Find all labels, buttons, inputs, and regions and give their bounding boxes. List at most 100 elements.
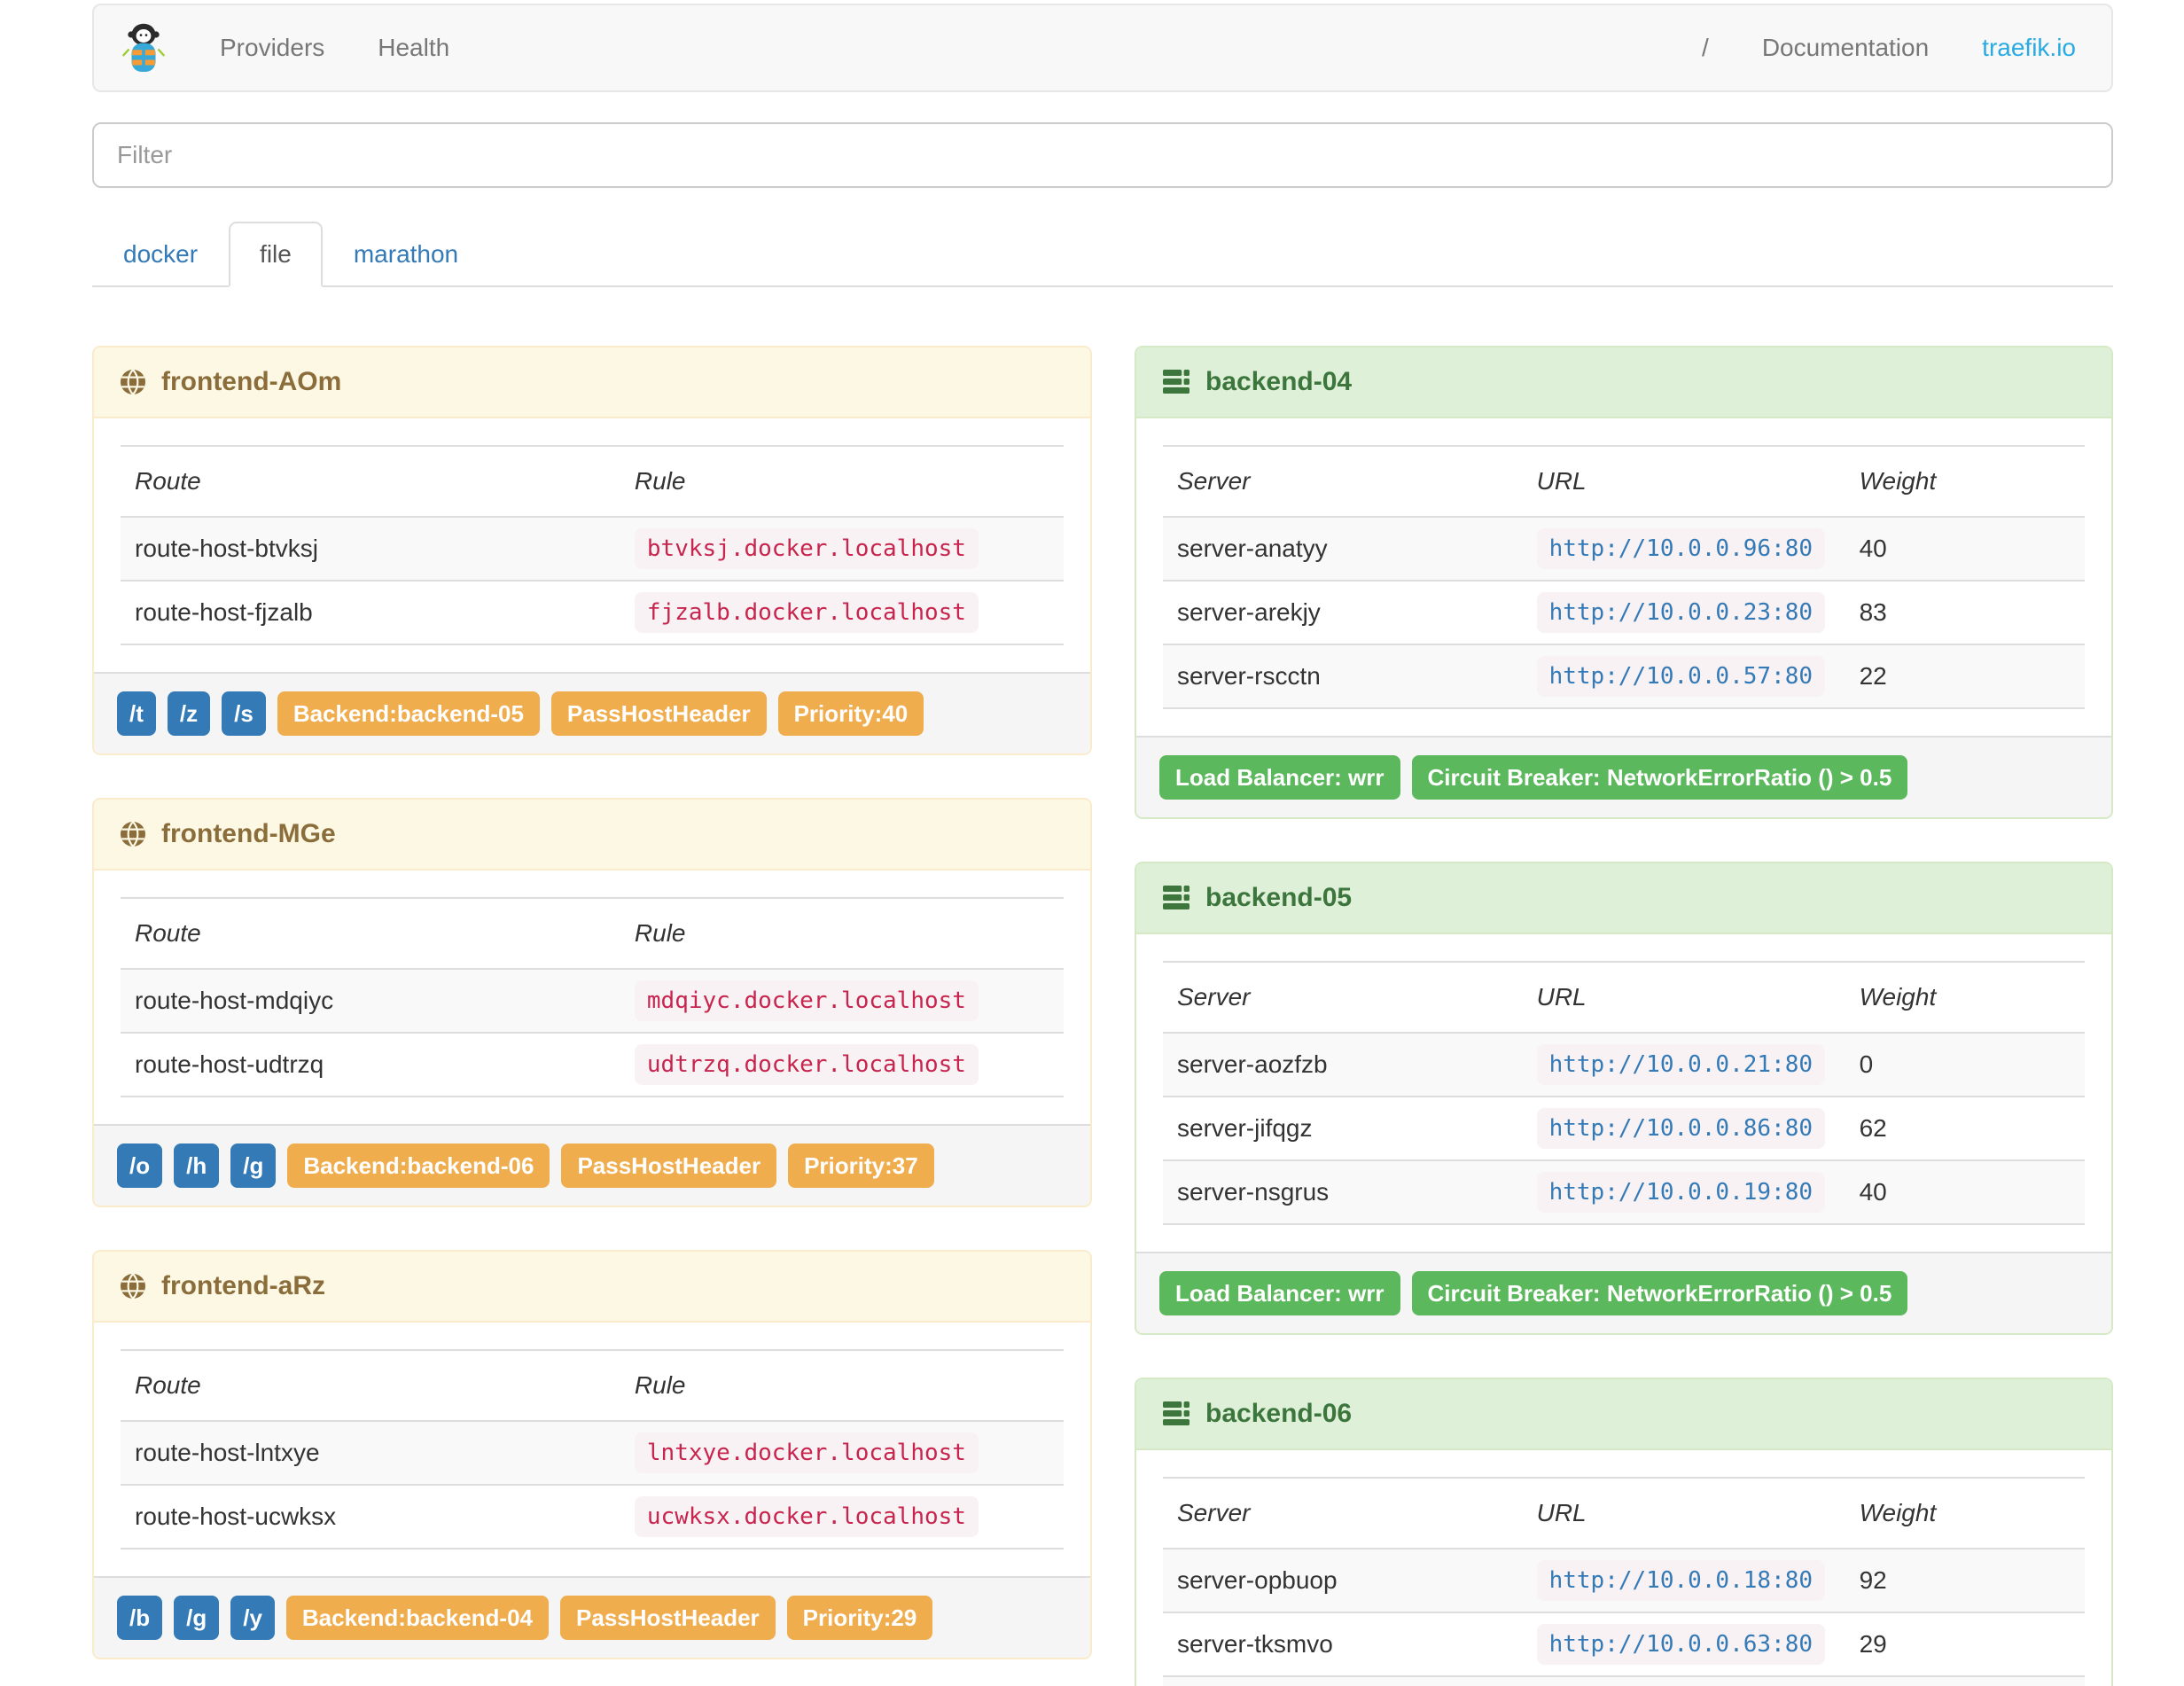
server-url-cell: http://10.0.0.63:80 — [1522, 1612, 1845, 1676]
server-weight: 40 — [1845, 516, 2085, 581]
backend-panel-title: backend-06 — [1136, 1379, 2111, 1450]
frontend-panel: frontend-AOm Route Rule route-host-btvksj bt… — [92, 346, 1092, 755]
col-weight: Weight — [1845, 961, 2085, 1033]
rule-code: fjzalb.docker.localhost — [634, 592, 979, 633]
route-row: route-host-udtrzq udtrzq.docker.localhost — [121, 1032, 1064, 1097]
entrypoint-badge: /b — [117, 1596, 163, 1640]
server-row: server-updomohttp://10.0.0.83:8057 — [1163, 1675, 2085, 1686]
panel-footer: /t/z/s Backend:backend-05 PassHostHeader Pr… — [94, 672, 1090, 753]
frontend-detail-badge: Backend:backend-06 — [287, 1144, 550, 1188]
server-weight: 62 — [1845, 1096, 2085, 1160]
entrypoint-badge: /z — [167, 691, 211, 736]
backend-name: backend-04 — [1205, 367, 1353, 396]
route-row: route-host-btvksj btvksj.docker.localhost — [121, 516, 1064, 581]
server-url-cell: http://10.0.0.19:80 — [1522, 1159, 1845, 1225]
entrypoint-badge: /h — [174, 1144, 220, 1188]
server-name: server-updomo — [1163, 1675, 1523, 1686]
entrypoint-badge: /y — [230, 1596, 275, 1640]
frontend-detail-badge: Priority:37 — [788, 1144, 934, 1188]
tab-docker[interactable]: docker — [92, 222, 229, 287]
route-name: route-host-fjzalb — [121, 580, 620, 645]
table-header-row: Server URL Weight — [1163, 961, 2085, 1033]
col-rule: Rule — [620, 1349, 1064, 1421]
server-url-code[interactable]: http://10.0.0.21:80 — [1536, 1044, 1826, 1085]
server-url-code[interactable]: http://10.0.0.23:80 — [1536, 592, 1826, 633]
frontends-column: frontend-AOm Route Rule route-host-btvksj bt… — [92, 346, 1092, 1686]
route-name: route-host-mdqiyc — [121, 968, 620, 1033]
panel-body: Server URL Weight server-opbuop http://10.0.… — [1136, 1450, 2111, 1686]
backend-panel-title: backend-04 — [1136, 347, 2111, 418]
traefik-logo[interactable] — [94, 21, 193, 74]
nav-providers[interactable]: Providers — [193, 5, 351, 90]
route-name: route-host-btvksj — [121, 516, 620, 581]
route-rule-cell: mdqiyc.docker.localhost — [620, 968, 1064, 1033]
route-row: route-host-lntxye lntxye.docker.localhost — [121, 1420, 1064, 1485]
backend-panel: backend-04 Server URL Weight server-anatyy ht… — [1135, 346, 2113, 819]
route-rule-cell: fjzalb.docker.localhost — [620, 580, 1064, 645]
traefik-mascot-icon — [121, 23, 166, 72]
server-url-code[interactable]: http://10.0.0.18:80 — [1536, 1560, 1826, 1601]
nav-traefik-io[interactable]: traefik.io — [1955, 5, 2102, 90]
tab-file[interactable]: file — [229, 222, 323, 287]
rule-code: lntxye.docker.localhost — [634, 1432, 979, 1473]
backend-panel: backend-06 Server URL Weight server-opbuop ht… — [1135, 1378, 2113, 1686]
server-row: server-jifqgz http://10.0.0.86:80 62 — [1163, 1096, 2085, 1160]
routes-table: Route Rule route-host-mdqiyc mdqiyc.docker.… — [121, 897, 1064, 1097]
navbar-right: / Documentation traefik.io — [1675, 5, 2111, 90]
route-rule-cell: btvksj.docker.localhost — [620, 516, 1064, 581]
servers-table: Server URL Weight server-aozfzb http://10.0.… — [1163, 961, 2085, 1225]
servers-table: Server URL Weight server-opbuop http://10.0.… — [1163, 1477, 2085, 1686]
server-url-code[interactable]: http://10.0.0.86:80 — [1536, 1108, 1826, 1149]
servers-table: Server URL Weight server-anatyy http://10.0.… — [1163, 445, 2085, 709]
route-name: route-host-lntxye — [121, 1420, 620, 1485]
entrypoint-badge: /t — [117, 691, 156, 736]
server-url-cell: http://10.0.0.21:80 — [1522, 1032, 1845, 1097]
server-url-cell: http://10.0.0.83:80 — [1522, 1675, 1845, 1686]
entrypoint-badge: /s — [222, 691, 266, 736]
panel-body: Route Rule route-host-mdqiyc mdqiyc.docker.… — [94, 870, 1090, 1124]
frontend-panel-title: frontend-AOm — [94, 347, 1090, 418]
panel-footer: Load Balancer: wrr Circuit Breaker: Netwo… — [1136, 736, 2111, 817]
col-route: Route — [121, 445, 620, 517]
server-weight: 22 — [1845, 644, 2085, 709]
frontend-name: frontend-AOm — [161, 367, 342, 396]
server-name: server-aozfzb — [1163, 1032, 1523, 1097]
backend-name: backend-05 — [1205, 883, 1353, 912]
frontend-name: frontend-aRz — [161, 1271, 325, 1300]
route-rule-cell: ucwksx.docker.localhost — [620, 1484, 1064, 1549]
entrypoint-badge: /g — [174, 1596, 220, 1640]
server-name: server-jifqgz — [1163, 1096, 1523, 1160]
navbar-left: Providers Health — [193, 5, 476, 90]
server-row: server-arekjy http://10.0.0.23:80 83 — [1163, 580, 2085, 644]
col-url: URL — [1522, 1477, 1845, 1549]
frontend-name: frontend-MGe — [161, 819, 336, 848]
col-rule: Rule — [620, 445, 1064, 517]
backend-name: backend-06 — [1205, 1399, 1353, 1428]
server-url-code[interactable]: http://10.0.0.63:80 — [1536, 1624, 1826, 1665]
server-weight: 40 — [1845, 1159, 2085, 1225]
server-name: server-anatyy — [1163, 516, 1523, 581]
server-icon — [1163, 1401, 1190, 1425]
nav-slash[interactable]: / — [1675, 5, 1736, 90]
entrypoint-badge: /g — [230, 1144, 277, 1188]
rule-code: udtrzq.docker.localhost — [634, 1044, 979, 1085]
server-url-code[interactable]: http://10.0.0.19:80 — [1536, 1172, 1826, 1213]
nav-health[interactable]: Health — [351, 5, 476, 90]
filter-input[interactable] — [92, 122, 2113, 188]
server-row: server-tksmvo http://10.0.0.63:80 29 — [1163, 1612, 2085, 1676]
server-weight: 0 — [1845, 1032, 2085, 1097]
backend-panel-title: backend-05 — [1136, 863, 2111, 934]
server-url-code[interactable]: http://10.0.0.96:80 — [1536, 528, 1826, 569]
tab-marathon[interactable]: marathon — [323, 222, 489, 287]
nav-documentation[interactable]: Documentation — [1736, 5, 1955, 90]
frontend-detail-badge: PassHostHeader — [561, 1144, 777, 1188]
server-url-code[interactable]: http://10.0.0.57:80 — [1536, 656, 1826, 697]
route-row: route-host-fjzalb fjzalb.docker.localhost — [121, 580, 1064, 645]
rule-code: mdqiyc.docker.localhost — [634, 980, 979, 1021]
frontend-panel: frontend-MGe Route Rule route-host-mdqiyc md… — [92, 798, 1092, 1207]
navbar: Providers Health / Documentation traefik… — [92, 4, 2113, 92]
server-url-cell: http://10.0.0.57:80 — [1522, 644, 1845, 709]
backends-column: backend-04 Server URL Weight server-anatyy ht… — [1135, 346, 2113, 1686]
server-name: server-nsgrus — [1163, 1159, 1523, 1225]
server-row: server-anatyy http://10.0.0.96:80 40 — [1163, 516, 2085, 581]
